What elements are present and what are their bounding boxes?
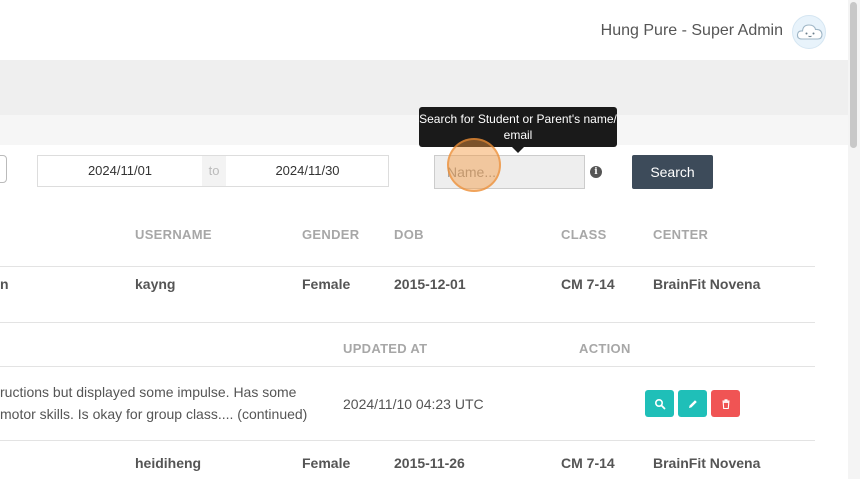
- cloud-face-icon[interactable]: [792, 15, 826, 49]
- date-to-input[interactable]: [226, 156, 389, 186]
- class-cell: CM 7-14: [561, 455, 615, 471]
- username-cell: heidiheng: [135, 455, 202, 471]
- date-range-picker: to: [37, 155, 389, 187]
- search-tooltip: Search for Student or Parent's name/ ema…: [419, 107, 617, 147]
- divider: [0, 322, 815, 323]
- trash-icon: [722, 398, 729, 409]
- divider: [0, 266, 815, 267]
- class-cell: CM 7-14: [561, 276, 615, 292]
- dob-cell: 2015-12-01: [394, 276, 466, 292]
- student-name: n: [0, 276, 9, 292]
- note-line: ructions but displayed some impulse. Has…: [0, 384, 297, 400]
- col-header-center: CENTER: [653, 227, 709, 242]
- user-name[interactable]: Hung Pure - Super Admin: [601, 22, 783, 40]
- delete-note-button[interactable]: [711, 390, 740, 417]
- info-icon[interactable]: i: [590, 166, 602, 178]
- date-from-input[interactable]: [38, 156, 202, 186]
- col-header-dob: DOB: [394, 227, 424, 242]
- col-header-action: ACTION: [579, 341, 631, 356]
- col-header-username: USERNAME: [135, 227, 212, 242]
- dob-cell: 2015-11-26: [394, 455, 465, 471]
- search-icon: [654, 398, 665, 409]
- divider: [0, 440, 815, 441]
- col-header-gender: GENDER: [302, 227, 360, 242]
- gender-cell: Female: [302, 276, 351, 292]
- top-bar: Hung Pure - Super Admin: [0, 0, 860, 60]
- divider: [0, 366, 815, 367]
- note-text: ructions but displayed some impulse. Has…: [0, 381, 307, 425]
- note-line: motor skills. Is okay for group class...…: [0, 406, 308, 422]
- edit-note-button[interactable]: [678, 390, 707, 417]
- center-cell: BrainFit Novena: [653, 276, 761, 292]
- pencil-icon: [688, 399, 697, 408]
- view-note-button[interactable]: [645, 390, 674, 417]
- gender-cell: Female: [302, 455, 351, 471]
- date-separator: to: [202, 156, 226, 186]
- scrollbar-thumb[interactable]: [850, 2, 857, 148]
- col-header-updated-at: UPDATED AT: [343, 341, 428, 356]
- tooltip-arrow: [512, 147, 524, 153]
- filter-select[interactable]: [0, 155, 7, 183]
- username-cell: kayng: [135, 276, 176, 292]
- center-cell: BrainFit Novena: [653, 455, 761, 471]
- name-search-input[interactable]: [434, 155, 585, 189]
- col-header-class: CLASS: [561, 227, 607, 242]
- updated-at-cell: 2024/11/10 04:23 UTC: [343, 396, 484, 412]
- search-button[interactable]: Search: [632, 155, 713, 189]
